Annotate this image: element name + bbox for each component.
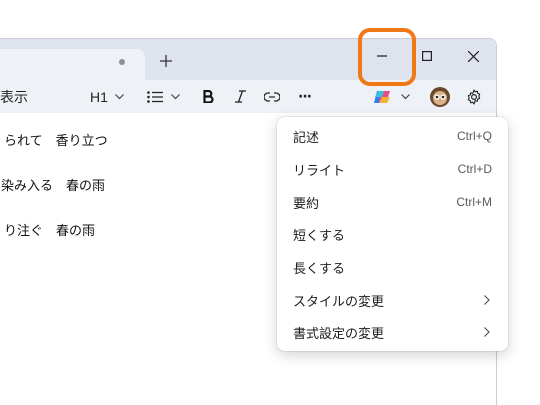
editor-text-area[interactable]: られて 香り立つ 染み入る 春の雨 り注ぐ 春の雨 (0, 104, 108, 254)
bold-button[interactable] (203, 80, 214, 113)
menu-item-shortcut: Ctrl+D (457, 162, 492, 176)
menu-item-summarize[interactable]: 要約 Ctrl+M (277, 186, 508, 218)
chevron-right-icon (484, 327, 490, 337)
chevron-down-icon (401, 93, 410, 99)
menu-item-lengthen[interactable]: 長くする (277, 251, 508, 283)
maximize-icon (422, 51, 432, 61)
menu-item-shortcut: Ctrl+M (456, 195, 492, 209)
editor-line: り注ぐ 春の雨 (4, 224, 96, 239)
more-button[interactable]: ··· (298, 80, 312, 113)
italic-button[interactable] (235, 80, 246, 113)
plus-icon (160, 55, 172, 67)
copilot-highlight-box (358, 28, 416, 86)
editor-line: られて 香り立つ (4, 134, 108, 149)
bold-icon (203, 90, 214, 103)
link-icon (264, 91, 280, 102)
menu-item-label: 短くする (293, 228, 346, 244)
maximize-button[interactable] (412, 43, 442, 69)
unsaved-indicator (119, 59, 125, 65)
close-button[interactable] (458, 43, 488, 69)
menu-item-label: 書式設定の変更 (293, 326, 385, 342)
gear-icon (467, 88, 481, 105)
title-bar (0, 39, 496, 80)
menu-item-compose[interactable]: 記述 Ctrl+Q (277, 120, 508, 152)
chevron-down-icon (171, 93, 180, 99)
link-button[interactable] (264, 80, 280, 113)
new-tab-button[interactable] (160, 52, 172, 72)
editor-line: 染み入る 春の雨 (1, 179, 106, 194)
more-label: ··· (298, 88, 312, 105)
menu-item-label: リライト (293, 163, 346, 179)
menu-item-label: スタイルの変更 (293, 294, 385, 310)
menu-item-shortcut: Ctrl+Q (456, 129, 492, 143)
avatar-icon (430, 86, 450, 107)
menu-item-label: 要約 (293, 196, 320, 212)
menu-item-label: 記述 (293, 130, 320, 146)
chevron-down-icon (114, 93, 124, 99)
menu-item-rewrite[interactable]: リライト Ctrl+D (277, 153, 508, 185)
italic-icon (235, 90, 246, 103)
close-icon (467, 50, 479, 62)
chevron-right-icon (484, 295, 490, 305)
menu-item-label: 長くする (293, 261, 346, 277)
avatar[interactable] (430, 80, 450, 113)
list-dropdown[interactable] (147, 80, 180, 113)
heading-label: H1 (90, 88, 108, 105)
document-tab[interactable] (0, 49, 145, 80)
settings-button[interactable] (466, 80, 482, 113)
copilot-menu: 記述 Ctrl+Q リライト Ctrl+D 要約 Ctrl+M 短くする 長くす… (277, 117, 508, 351)
menu-item-shorten[interactable]: 短くする (277, 218, 508, 250)
menu-item-change-format[interactable]: 書式設定の変更 (277, 316, 508, 348)
copilot-icon (374, 90, 390, 103)
menu-item-change-style[interactable]: スタイルの変更 (277, 284, 508, 316)
list-icon (147, 90, 163, 103)
